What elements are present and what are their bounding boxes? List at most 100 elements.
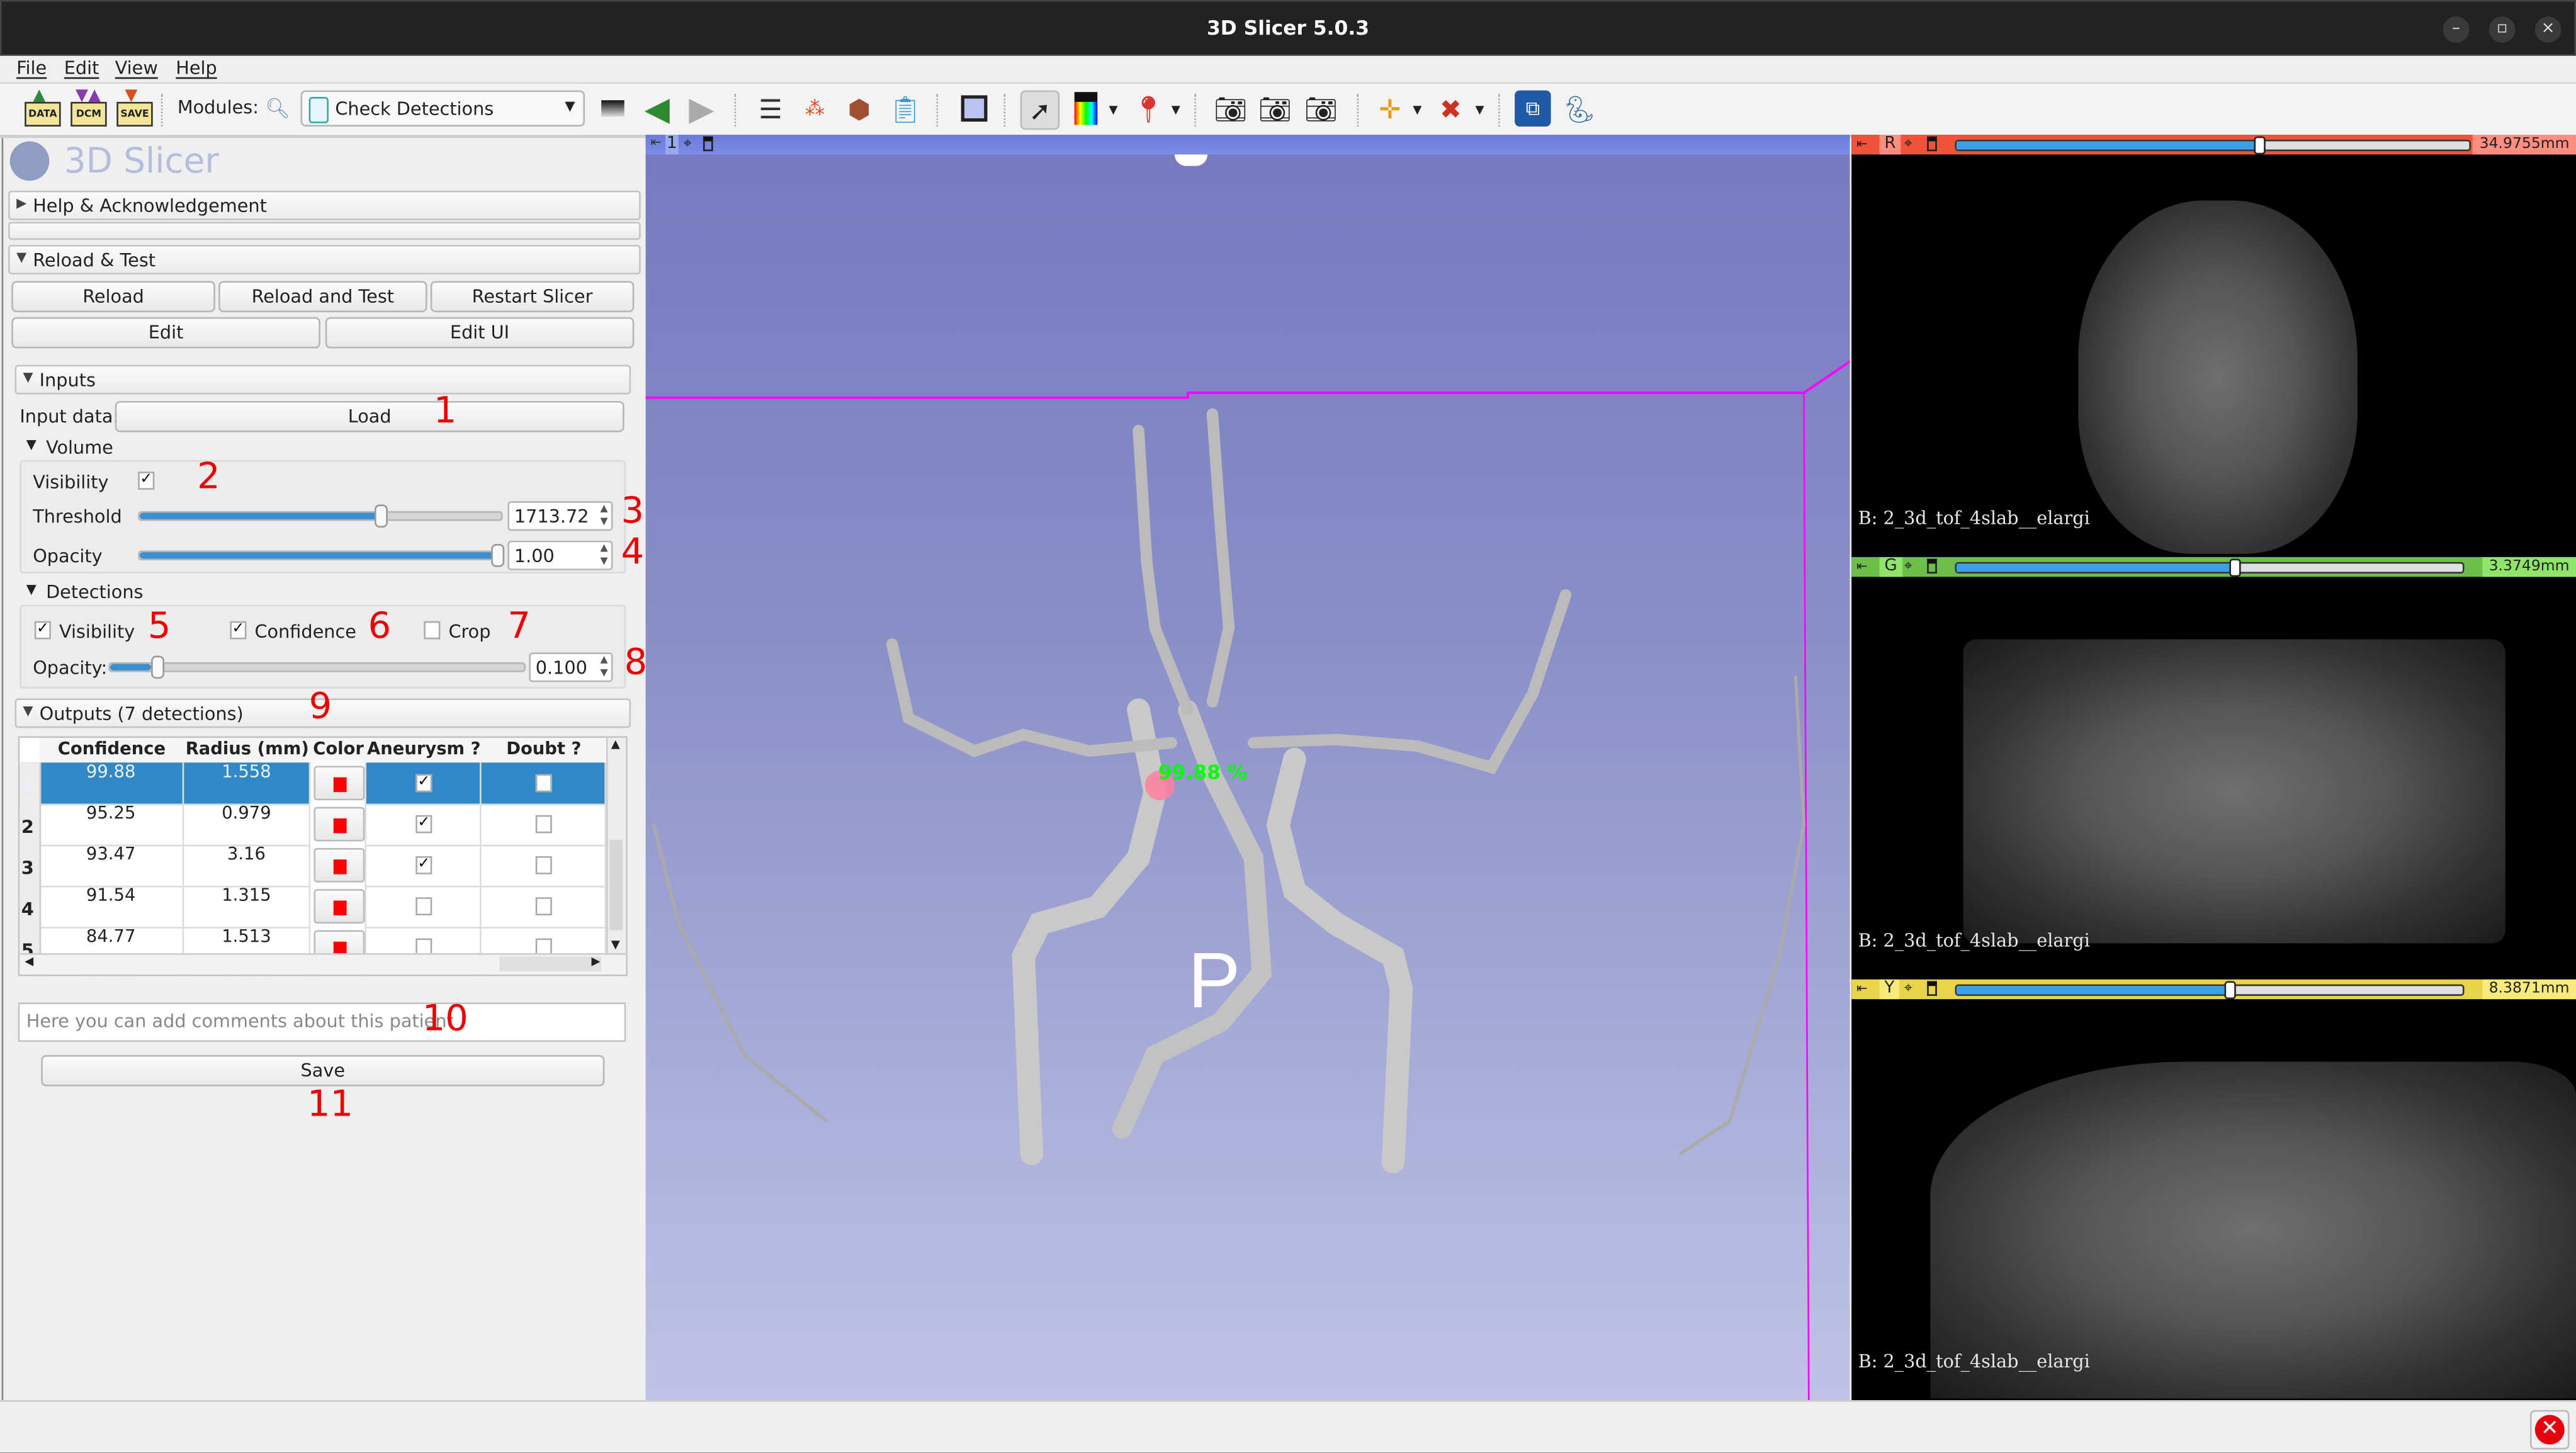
scroll-down-icon[interactable]: ▼ (611, 939, 620, 952)
chevron-down-icon[interactable]: ▼ (1476, 103, 1484, 116)
color-picker-button[interactable] (314, 847, 365, 883)
volume-visibility-checkbox[interactable]: ✓ (138, 472, 155, 490)
volume-opacity-spinbox[interactable]: 1.00 ▲ ▼ (507, 540, 613, 570)
maximize-view-icon[interactable] (1927, 558, 1937, 574)
row-header[interactable]: 2 (20, 803, 42, 845)
table-row[interactable]: 1 99.88 1.558 ✓ (20, 762, 606, 806)
scene-view-button[interactable]: 📷︎ (1257, 91, 1292, 127)
table-vertical-scrollbar[interactable]: ▲ ▼ (606, 738, 626, 955)
markups-button[interactable]: ⁂ (797, 91, 833, 127)
table-row[interactable]: 4 91.54 1.315 (20, 886, 606, 929)
maximize-button[interactable]: ▫ (2488, 16, 2516, 43)
volume-opacity-slider[interactable] (138, 544, 505, 567)
save-button[interactable]: Save (41, 1054, 605, 1087)
extensions-button[interactable]: ⧉ (1515, 90, 1551, 127)
aneurysm-checkbox[interactable]: ✓ (415, 856, 432, 874)
help-section-header[interactable]: ▶ Help & Acknowledgement (8, 190, 641, 220)
chevron-down-icon[interactable]: ▼ (26, 437, 37, 451)
chevron-down-icon[interactable]: ▼ (1172, 103, 1180, 116)
table-row[interactable]: 3 93.47 3.16 ✓ (20, 844, 606, 888)
column-header-aneurysm[interactable]: Aneurysm ? (366, 738, 483, 761)
window-level-button[interactable] (1068, 91, 1104, 127)
3d-view[interactable]: ⇤ 1 ⌖ 99.88 % P (645, 135, 1850, 1401)
cell-radius[interactable]: 1.315 (184, 886, 311, 927)
inputs-section-header[interactable]: ▼ Inputs (14, 365, 631, 395)
close-button[interactable]: × (2534, 16, 2562, 43)
slice-slider-handle[interactable] (2254, 136, 2266, 155)
doubt-checkbox[interactable] (535, 815, 552, 834)
threshold-slider-handle[interactable] (375, 504, 388, 528)
data-module-button[interactable]: ☰ (752, 91, 788, 127)
doubt-checkbox[interactable] (535, 774, 552, 793)
edit-ui-button[interactable]: Edit UI (325, 317, 635, 349)
comments-field[interactable]: Here you can add comments about this pat… (18, 1002, 626, 1042)
scene-views-button[interactable]: 📷︎ (1302, 91, 1338, 127)
reload-and-test-button[interactable]: Reload and Test (218, 281, 427, 312)
detections-opacity-slider[interactable] (108, 655, 526, 679)
row-header[interactable]: 4 (20, 886, 42, 927)
load-button[interactable]: Load (115, 400, 624, 433)
pin-icon[interactable]: ⇤ (1856, 980, 1867, 999)
row-header[interactable]: 3 (20, 844, 42, 886)
volume-opacity-handle[interactable] (491, 544, 505, 567)
aneurysm-checkbox[interactable]: ✓ (415, 815, 432, 834)
pin-icon[interactable]: ⇤ (1856, 135, 1867, 154)
python-console-button[interactable]: 🐍︎ (1561, 91, 1596, 127)
restart-slicer-button[interactable]: Restart Slicer (430, 281, 635, 312)
color-picker-button[interactable] (314, 806, 365, 842)
cell-confidence[interactable]: 93.47 (40, 844, 184, 886)
table-row[interactable]: 2 95.25 0.979 ✓ (20, 803, 606, 847)
column-header-confidence[interactable]: Confidence (%) (39, 738, 186, 783)
cell-radius[interactable]: 0.979 (184, 803, 311, 845)
maximize-view-icon[interactable] (1927, 981, 1937, 996)
select-mode-button[interactable]: ➚ (1020, 90, 1060, 130)
chevron-down-icon[interactable]: ▼ (26, 582, 37, 596)
hscrollbar-thumb[interactable] (499, 956, 602, 971)
slice-slider-handle[interactable] (2225, 981, 2237, 1000)
edit-button[interactable]: Edit (11, 317, 320, 349)
detections-opacity-handle[interactable] (150, 655, 164, 679)
slice-intersections-button[interactable]: ✖ (1433, 91, 1469, 127)
cell-radius[interactable]: 1.558 (184, 762, 311, 804)
spin-arrows-icon[interactable]: ▲ ▼ (601, 503, 608, 529)
slice-offset-slider[interactable] (1955, 981, 2465, 1000)
slice-slider-handle[interactable] (2230, 558, 2242, 577)
cell-radius[interactable]: 3.16 (184, 844, 311, 886)
color-picker-button[interactable] (314, 766, 365, 801)
module-history-button[interactable] (595, 91, 631, 127)
reload-test-section-header[interactable]: ▼ Reload & Test (8, 244, 641, 274)
link-icon[interactable]: ⌖ (1904, 557, 1912, 577)
chevron-down-icon[interactable]: ▼ (1109, 103, 1118, 116)
menu-view[interactable]: View (115, 57, 158, 79)
detections-visibility-checkbox[interactable]: ✓ (34, 621, 51, 640)
dicom-button[interactable]: ▼▲ DCM (69, 87, 107, 127)
checklist-button[interactable]: 📋︎ (887, 91, 923, 127)
reload-button[interactable]: Reload (11, 281, 215, 312)
color-picker-button[interactable] (314, 889, 365, 924)
row-header[interactable]: 1 (20, 762, 42, 804)
cell-confidence[interactable]: 95.25 (40, 803, 184, 845)
module-selector[interactable]: Check Detections ▼ (300, 90, 585, 127)
save-data-button[interactable]: ▼ SAVE (115, 87, 153, 127)
error-log-button[interactable]: ✕ (2529, 1410, 2570, 1450)
crop-checkbox[interactable] (424, 621, 441, 640)
scrollbar-thumb[interactable] (609, 839, 623, 930)
table-horizontal-scrollbar[interactable]: ◀ ▶ (20, 953, 626, 975)
threshold-spinbox[interactable]: 1713.72 ▲ ▼ (507, 501, 613, 531)
maximize-view-icon[interactable] (1927, 136, 1937, 152)
column-header-doubt[interactable]: Doubt ? (481, 738, 608, 761)
pin-icon[interactable]: ⇤ (1856, 557, 1867, 577)
scroll-left-icon[interactable]: ◀ (25, 955, 33, 968)
layout-button[interactable] (956, 91, 992, 127)
menu-file[interactable]: File (16, 57, 47, 79)
aneurysm-checkbox[interactable]: ✓ (415, 774, 432, 793)
volume-section-label[interactable]: Volume (46, 437, 113, 458)
screenshot-button[interactable]: 📷︎ (1212, 91, 1248, 127)
detections-table[interactable]: Confidence (%) Radius (mm) Color Aneurys… (18, 736, 628, 976)
link-icon[interactable]: ⌖ (1904, 980, 1912, 999)
doubt-checkbox[interactable] (535, 897, 552, 915)
load-data-button[interactable]: ▲ DATA (23, 87, 61, 127)
scroll-up-icon[interactable]: ▲ (611, 738, 620, 751)
models-button[interactable]: ⬢ (841, 91, 877, 127)
slice-view-red[interactable]: ⇤ R ⌖ 34.9755mm B: 2_3d_tof_4slab__elargi (1851, 135, 2576, 557)
